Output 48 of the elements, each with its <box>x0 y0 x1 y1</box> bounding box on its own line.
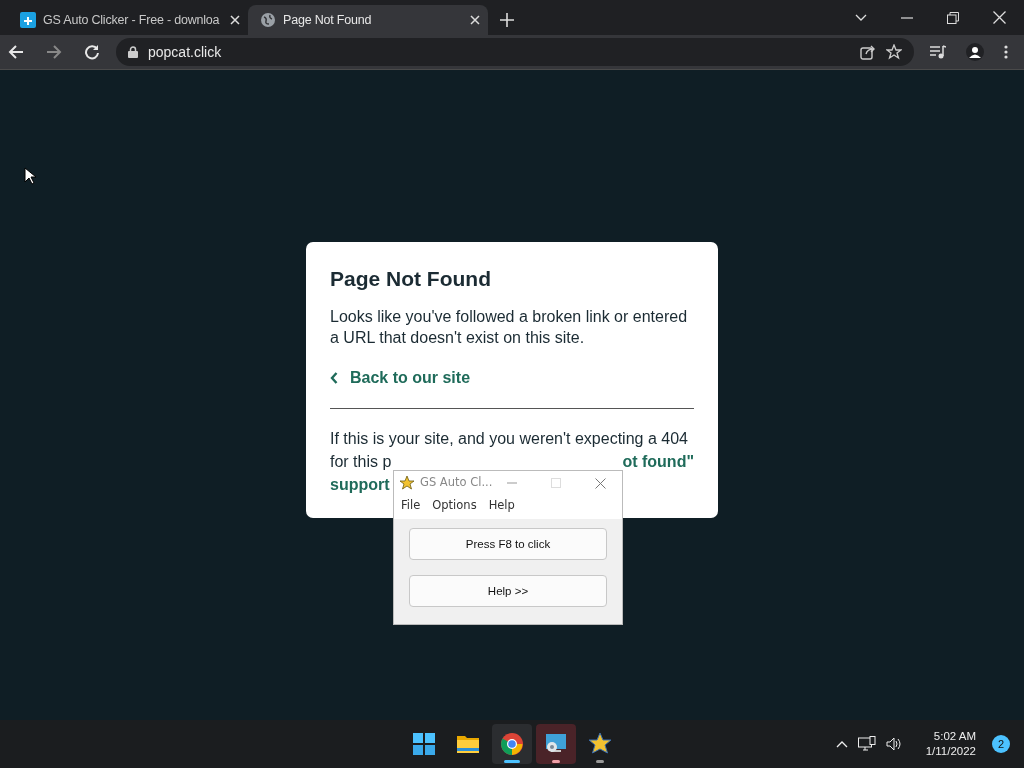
volume-icon[interactable] <box>885 737 902 751</box>
address-bar[interactable]: popcat.click <box>116 38 914 66</box>
window-button[interactable]: Help >> <box>409 575 607 608</box>
menu-item[interactable]: Help <box>488 497 515 515</box>
menu-item[interactable]: File <box>401 497 421 515</box>
page-title: Page Not Found <box>330 266 492 292</box>
window-title: GS Auto Cl... <box>420 474 493 492</box>
browser-tab[interactable]: GS Auto Clicker - Free - downloa <box>8 5 248 35</box>
star-icon <box>400 476 414 490</box>
note-text: If this is your site, and you weren't expecting a 404 <box>330 428 689 449</box>
media-icon[interactable] <box>930 45 946 59</box>
clock-date: 1/11/2022 <box>925 744 976 759</box>
forward-icon[interactable] <box>46 44 62 60</box>
description-text: Looks like you've followed a broken link or entered a URL that doesn't exist on this site. <box>330 306 689 348</box>
clock-time: 5:02 AM <box>932 729 976 744</box>
chevron-down-icon[interactable] <box>855 13 867 22</box>
address-text: popcat.click <box>148 42 222 62</box>
star-icon <box>588 732 612 756</box>
globe-icon <box>260 12 276 28</box>
taskbar-app[interactable] <box>492 724 532 764</box>
browser-tab[interactable]: Page Not Found <box>248 5 488 35</box>
support-link[interactable]: support <box>330 475 390 493</box>
taskbar-app[interactable] <box>536 724 576 764</box>
chrome-icon <box>500 732 524 756</box>
chevron-left-icon <box>330 371 338 384</box>
tab-title: GS Auto Clicker - Free - downloa <box>43 11 221 29</box>
note-text: for this p <box>330 451 392 472</box>
chevron-up-icon[interactable] <box>835 740 848 748</box>
window-button[interactable]: Press F8 to click <box>409 528 607 561</box>
support-link[interactable]: ot found" <box>622 449 694 473</box>
start-icon <box>412 732 436 756</box>
notification-badge[interactable]: 2 <box>992 735 1010 753</box>
menu-item[interactable]: Options <box>432 497 477 515</box>
cursor-icon <box>24 167 36 185</box>
tab-title: Page Not Found <box>283 11 373 29</box>
back-link[interactable]: Back to our site <box>330 365 471 390</box>
network-icon[interactable] <box>857 736 876 752</box>
back-icon[interactable] <box>8 44 24 60</box>
new-tab-icon[interactable] <box>500 13 514 27</box>
reload-icon[interactable] <box>84 44 100 60</box>
profile-icon[interactable] <box>966 43 984 61</box>
star-icon[interactable] <box>886 44 902 60</box>
menu-icon[interactable] <box>1004 45 1008 59</box>
app-icon <box>20 12 36 28</box>
clock[interactable]: 5:02 AM 1/11/2022 <box>925 729 976 759</box>
share-icon[interactable] <box>860 44 876 60</box>
restore-icon[interactable] <box>947 11 959 24</box>
lock-icon <box>128 46 138 58</box>
